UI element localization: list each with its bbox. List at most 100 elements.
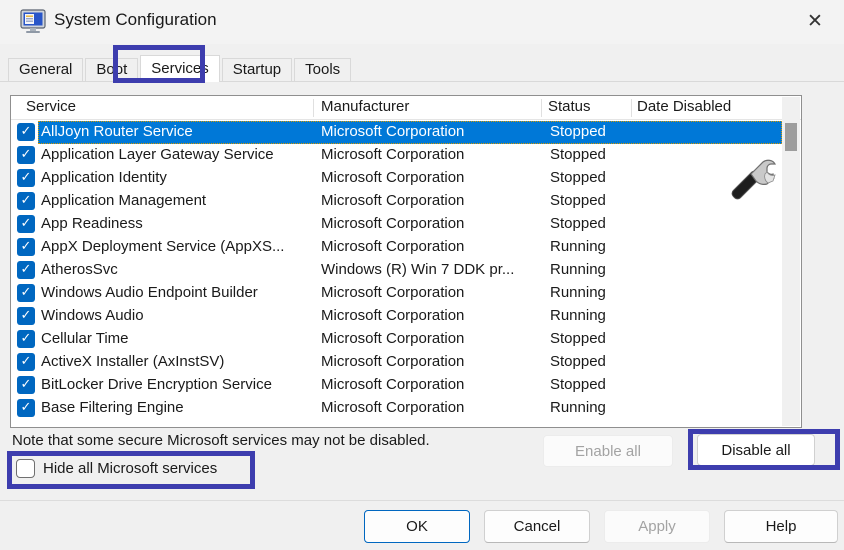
- cell-manufacturer: Microsoft Corporation: [321, 376, 541, 393]
- cell-service: ActiveX Installer (AxInstSV): [41, 353, 309, 370]
- service-checkbox[interactable]: ✓: [17, 376, 35, 394]
- services-table: Service Manufacturer Status Date Disable…: [10, 95, 802, 428]
- cell-service: Cellular Time: [41, 330, 309, 347]
- table-row[interactable]: ✓ AtherosSvc Windows (R) Win 7 DDK pr... Ru…: [11, 259, 783, 282]
- vertical-scrollbar[interactable]: [782, 97, 800, 426]
- table-row[interactable]: ✓ ActiveX Installer (AxInstSV) Microsoft C…: [11, 351, 783, 374]
- cell-status: Stopped: [550, 376, 635, 393]
- cell-manufacturer: Microsoft Corporation: [321, 399, 541, 416]
- table-row[interactable]: ✓ Application Management Microsoft Corpora…: [11, 190, 783, 213]
- service-checkbox[interactable]: ✓: [17, 261, 35, 279]
- service-checkbox[interactable]: ✓: [17, 146, 35, 164]
- cell-status: Stopped: [550, 192, 635, 209]
- hide-microsoft-services-checkbox[interactable]: [16, 459, 35, 478]
- cell-service: AppX Deployment Service (AppXS...: [41, 238, 309, 255]
- cell-status: Stopped: [550, 169, 635, 186]
- service-checkbox[interactable]: ✓: [17, 284, 35, 302]
- close-icon[interactable]: ✕: [800, 6, 830, 36]
- cell-status: Running: [550, 238, 635, 255]
- cell-manufacturer: Microsoft Corporation: [321, 215, 541, 232]
- column-divider: [541, 99, 542, 117]
- cell-service: Application Layer Gateway Service: [41, 146, 309, 163]
- cell-service: Windows Audio Endpoint Builder: [41, 284, 309, 301]
- cell-service: Application Management: [41, 192, 309, 209]
- note-text: Note that some secure Microsoft services…: [12, 432, 430, 449]
- table-row[interactable]: ✓ Cellular Time Microsoft Corporation Stopp…: [11, 328, 783, 351]
- cell-service: BitLocker Drive Encryption Service: [41, 376, 309, 393]
- cell-service: AllJoyn Router Service: [41, 123, 309, 140]
- msconfig-icon: [20, 9, 48, 34]
- table-row[interactable]: ✓ Windows Audio Endpoint Builder Microsoft…: [11, 282, 783, 305]
- tab-tools[interactable]: Tools: [294, 58, 351, 82]
- window-title: System Configuration: [54, 10, 217, 30]
- service-checkbox[interactable]: ✓: [17, 123, 35, 141]
- cell-status: Stopped: [550, 353, 635, 370]
- cell-status: Running: [550, 284, 635, 301]
- hide-microsoft-services-row: Hide all Microsoft services: [16, 459, 217, 478]
- table-row[interactable]: ✓ BitLocker Drive Encryption Service Micro…: [11, 374, 783, 397]
- disable-all-button[interactable]: Disable all: [697, 434, 815, 466]
- cell-status: Running: [550, 307, 635, 324]
- table-row[interactable]: ✓ Application Layer Gateway Service Micros…: [11, 144, 783, 167]
- cell-manufacturer: Microsoft Corporation: [321, 192, 541, 209]
- cell-manufacturer: Microsoft Corporation: [321, 146, 541, 163]
- hide-microsoft-services-label: Hide all Microsoft services: [43, 460, 217, 477]
- cell-status: Stopped: [550, 215, 635, 232]
- column-header-manufacturer[interactable]: Manufacturer: [321, 98, 409, 115]
- tab-general[interactable]: General: [8, 58, 83, 82]
- service-checkbox[interactable]: ✓: [17, 399, 35, 417]
- column-divider: [313, 99, 314, 117]
- cell-service: Application Identity: [41, 169, 309, 186]
- service-checkbox[interactable]: ✓: [17, 192, 35, 210]
- cell-status: Running: [550, 399, 635, 416]
- tab-startup[interactable]: Startup: [222, 58, 292, 82]
- cell-service: AtherosSvc: [41, 261, 309, 278]
- cell-manufacturer: Microsoft Corporation: [321, 353, 541, 370]
- tabstrip-underline: [0, 81, 844, 82]
- cell-service: App Readiness: [41, 215, 309, 232]
- tab-boot[interactable]: Boot: [85, 58, 138, 82]
- cell-service: Windows Audio: [41, 307, 309, 324]
- cell-manufacturer: Microsoft Corporation: [321, 123, 541, 140]
- table-row[interactable]: ✓ Base Filtering Engine Microsoft Corporat…: [11, 397, 783, 420]
- column-header-service[interactable]: Service: [26, 98, 76, 115]
- scrollbar-thumb[interactable]: [785, 123, 797, 151]
- cancel-button[interactable]: Cancel: [484, 510, 590, 543]
- cell-manufacturer: Microsoft Corporation: [321, 330, 541, 347]
- tab-services[interactable]: Services: [140, 55, 220, 82]
- table-row[interactable]: ✓ Windows Audio Microsoft Corporation Runni…: [11, 305, 783, 328]
- enable-all-button[interactable]: Enable all: [543, 435, 673, 467]
- apply-button[interactable]: Apply: [604, 510, 710, 543]
- title-bar: System Configuration ✕: [0, 0, 844, 44]
- column-divider: [631, 99, 632, 117]
- cell-status: Stopped: [550, 123, 635, 140]
- service-checkbox[interactable]: ✓: [17, 169, 35, 187]
- cell-manufacturer: Microsoft Corporation: [321, 169, 541, 186]
- service-checkbox[interactable]: ✓: [17, 353, 35, 371]
- help-button[interactable]: Help: [724, 510, 838, 543]
- hammer-cursor-icon: [723, 154, 781, 212]
- table-row[interactable]: ✓ AppX Deployment Service (AppXS... Micros…: [11, 236, 783, 259]
- cell-status: Stopped: [550, 146, 635, 163]
- column-header-date-disabled[interactable]: Date Disabled: [637, 98, 731, 115]
- cell-manufacturer: Microsoft Corporation: [321, 238, 541, 255]
- footer-divider: [0, 500, 844, 501]
- ok-button[interactable]: OK: [364, 510, 470, 543]
- tab-strip: GeneralBootServicesStartupTools: [8, 56, 353, 82]
- cell-manufacturer: Windows (R) Win 7 DDK pr...: [321, 261, 541, 278]
- service-checkbox[interactable]: ✓: [17, 215, 35, 233]
- service-checkbox[interactable]: ✓: [17, 307, 35, 325]
- cell-manufacturer: Microsoft Corporation: [321, 284, 541, 301]
- service-checkbox[interactable]: ✓: [17, 330, 35, 348]
- service-checkbox[interactable]: ✓: [17, 238, 35, 256]
- table-rows: ✓ AllJoyn Router Service Microsoft Corpora…: [11, 121, 783, 420]
- cell-status: Stopped: [550, 330, 635, 347]
- table-header: Service Manufacturer Status Date Disable…: [11, 96, 801, 120]
- column-header-status[interactable]: Status: [548, 98, 591, 115]
- cell-manufacturer: Microsoft Corporation: [321, 307, 541, 324]
- cell-status: Running: [550, 261, 635, 278]
- table-row[interactable]: ✓ Application Identity Microsoft Corporati…: [11, 167, 783, 190]
- table-row[interactable]: ✓ App Readiness Microsoft Corporation Stopp…: [11, 213, 783, 236]
- table-row[interactable]: ✓ AllJoyn Router Service Microsoft Corpora…: [11, 121, 783, 144]
- cell-service: Base Filtering Engine: [41, 399, 309, 416]
